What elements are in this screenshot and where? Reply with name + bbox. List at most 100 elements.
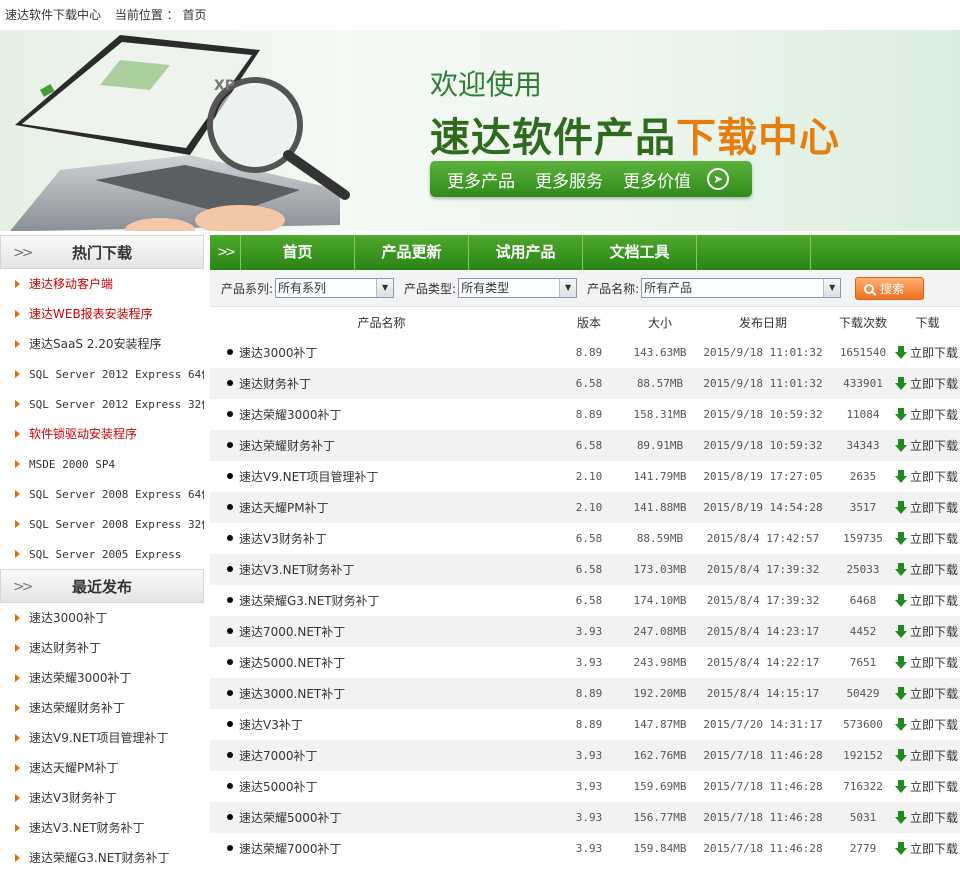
product-name-link[interactable]: 速达V3财务补丁 <box>239 532 327 546</box>
type-select[interactable]: 所有类型 ▼ <box>458 278 578 298</box>
hot-download-item[interactable]: SQL Server 2008 Express 64位 <box>0 479 204 509</box>
cell-name[interactable]: 速达天耀PM补丁 <box>210 492 553 523</box>
cell-name[interactable]: 速达荣耀财务补丁 <box>210 430 553 461</box>
hot-download-label: 速达移动客户端 <box>29 277 114 291</box>
cell-name[interactable]: 速达5000补丁 <box>210 771 553 802</box>
arrow-right-icon[interactable]: ➤ <box>707 168 729 190</box>
product-name-link[interactable]: 速达财务补丁 <box>239 377 311 391</box>
recent-release-item[interactable]: 速达V3财务补丁 <box>0 783 204 813</box>
product-name-link[interactable]: 速达7000.NET补丁 <box>239 625 345 639</box>
cell-name[interactable]: 速达7000.NET补丁 <box>210 616 553 647</box>
cell-name[interactable]: 速达3000.NET补丁 <box>210 678 553 709</box>
nav-doc-tools[interactable]: 文档工具 <box>583 235 697 270</box>
search-button[interactable]: 搜索 <box>855 276 925 300</box>
hot-download-item[interactable]: 速达SaaS 2.20安装程序 <box>0 329 204 359</box>
pill-more-services[interactable]: 更多服务 <box>535 167 603 192</box>
download-link[interactable]: 立即下载 <box>895 709 960 740</box>
recent-release-title: 最近发布 <box>71 578 132 596</box>
download-link[interactable]: 立即下载 <box>895 585 960 616</box>
filter-bar: 产品系列: 所有系列 ▼ 产品类型: 所有类型 ▼ 产品名称: 所有产品 ▼ 搜… <box>210 270 960 307</box>
product-name-link[interactable]: 速达5000.NET补丁 <box>239 656 345 670</box>
product-name-link[interactable]: 速达3000补丁 <box>239 346 318 360</box>
download-link[interactable]: 立即下载 <box>895 771 960 802</box>
hot-download-item[interactable]: SQL Server 2008 Express 32位 <box>0 509 204 539</box>
download-link[interactable]: 立即下载 <box>895 337 960 368</box>
cell-name[interactable]: 速达V9.NET项目管理补丁 <box>210 461 553 492</box>
hot-download-item[interactable]: MSDE 2000 SP4 <box>0 449 204 479</box>
hot-download-item[interactable]: 速达WEB报表安装程序 <box>0 299 204 329</box>
cell-name[interactable]: 速达荣耀G3.NET财务补丁 <box>210 585 553 616</box>
product-name-link[interactable]: 速达荣耀财务补丁 <box>239 439 335 453</box>
bullet-arrow-icon <box>15 280 20 288</box>
product-name-link[interactable]: 速达V9.NET项目管理补丁 <box>239 470 379 484</box>
recent-release-item[interactable]: 速达天耀PM补丁 <box>0 753 204 783</box>
recent-release-item[interactable]: 速达荣耀财务补丁 <box>0 693 204 723</box>
product-name-link[interactable]: 速达V3.NET财务补丁 <box>239 563 355 577</box>
cell-name[interactable]: 速达5000.NET补丁 <box>210 647 553 678</box>
download-link[interactable]: 立即下载 <box>895 461 960 492</box>
bullet-dot-icon <box>227 845 233 851</box>
table-row: 速达荣耀G3.NET财务补丁 6.58 174.10MB 2015/8/4 17:39… <box>210 585 960 616</box>
download-link[interactable]: 立即下载 <box>895 430 960 461</box>
pill-more-value[interactable]: 更多价值 <box>623 167 691 192</box>
product-name-link[interactable]: 速达7000补丁 <box>239 749 318 763</box>
nav-trial-products[interactable]: 试用产品 <box>469 235 583 270</box>
chevron-down-icon[interactable]: ▼ <box>376 279 394 297</box>
bullet-dot-icon <box>227 690 233 696</box>
hot-download-item[interactable]: 软件锁驱动安装程序 <box>0 419 204 449</box>
name-select[interactable]: 所有产品 ▼ <box>641 278 842 298</box>
download-link[interactable]: 立即下载 <box>895 368 960 399</box>
download-link[interactable]: 立即下载 <box>895 833 960 864</box>
recent-release-item[interactable]: 速达财务补丁 <box>0 633 204 663</box>
download-link[interactable]: 立即下载 <box>895 554 960 585</box>
product-name-link[interactable]: 速达3000.NET补丁 <box>239 687 345 701</box>
recent-release-item[interactable]: 速达3000补丁 <box>0 603 204 633</box>
recent-release-item[interactable]: 速达荣耀G3.NET财务补丁 <box>0 843 204 873</box>
download-link[interactable]: 立即下载 <box>895 523 960 554</box>
product-name-link[interactable]: 速达荣耀G3.NET财务补丁 <box>239 594 380 608</box>
chevron-down-icon[interactable]: ▼ <box>559 279 577 297</box>
chevron-down-icon[interactable]: ▼ <box>823 279 841 297</box>
download-link[interactable]: 立即下载 <box>895 647 960 678</box>
download-arrow-icon <box>895 532 907 545</box>
cell-name[interactable]: 速达V3.NET财务补丁 <box>210 554 553 585</box>
hot-download-item[interactable]: SQL Server 2012 Express 32位 <box>0 389 204 419</box>
download-link[interactable]: 立即下载 <box>895 678 960 709</box>
hot-download-item[interactable]: SQL Server 2012 Express 64位 <box>0 359 204 389</box>
download-link[interactable]: 立即下载 <box>895 740 960 771</box>
download-link[interactable]: 立即下载 <box>895 802 960 833</box>
cell-name[interactable]: 速达荣耀3000补丁 <box>210 399 553 430</box>
download-arrow-icon <box>895 501 907 514</box>
download-link[interactable]: 立即下载 <box>895 399 960 430</box>
download-arrow-icon <box>895 439 907 452</box>
recent-release-item[interactable]: 速达V3.NET财务补丁 <box>0 813 204 843</box>
cell-name[interactable]: 速达荣耀5000补丁 <box>210 802 553 833</box>
nav-product-updates[interactable]: 产品更新 <box>355 235 469 270</box>
cell-name[interactable]: 速达V3补丁 <box>210 709 553 740</box>
product-name-link[interactable]: 速达天耀PM补丁 <box>239 501 329 515</box>
cell-downloads: 5031 <box>831 802 895 833</box>
product-name-link[interactable]: 速达荣耀5000补丁 <box>239 811 342 825</box>
product-name-link[interactable]: 速达5000补丁 <box>239 780 318 794</box>
site-name[interactable]: 速达软件下载中心 <box>5 8 101 22</box>
hot-download-item[interactable]: 速达移动客户端 <box>0 269 204 299</box>
product-name-link[interactable]: 速达荣耀3000补丁 <box>239 408 342 422</box>
hot-download-item[interactable]: SQL Server 2005 Express <box>0 539 204 569</box>
cell-name[interactable]: 速达V3财务补丁 <box>210 523 553 554</box>
nav-home[interactable]: 首页 <box>241 235 355 270</box>
product-name-link[interactable]: 速达V3补丁 <box>239 718 303 732</box>
download-link[interactable]: 立即下载 <box>895 492 960 523</box>
product-name-link[interactable]: 速达荣耀7000补丁 <box>239 842 342 856</box>
download-link[interactable]: 立即下载 <box>895 616 960 647</box>
recent-release-item[interactable]: 速达荣耀3000补丁 <box>0 663 204 693</box>
cell-name[interactable]: 速达荣耀7000补丁 <box>210 833 553 864</box>
pill-more-products[interactable]: 更多产品 <box>447 167 515 192</box>
cell-name[interactable]: 速达3000补丁 <box>210 337 553 368</box>
recent-release-item[interactable]: 速达V9.NET项目管理补丁 <box>0 723 204 753</box>
cell-name[interactable]: 速达财务补丁 <box>210 368 553 399</box>
cell-version: 8.89 <box>553 399 625 430</box>
series-select[interactable]: 所有系列 ▼ <box>275 278 395 298</box>
cell-name[interactable]: 速达7000补丁 <box>210 740 553 771</box>
banner-pill[interactable]: 更多产品 更多服务 更多价值 ➤ <box>430 161 752 197</box>
download-label: 立即下载 <box>910 780 959 794</box>
